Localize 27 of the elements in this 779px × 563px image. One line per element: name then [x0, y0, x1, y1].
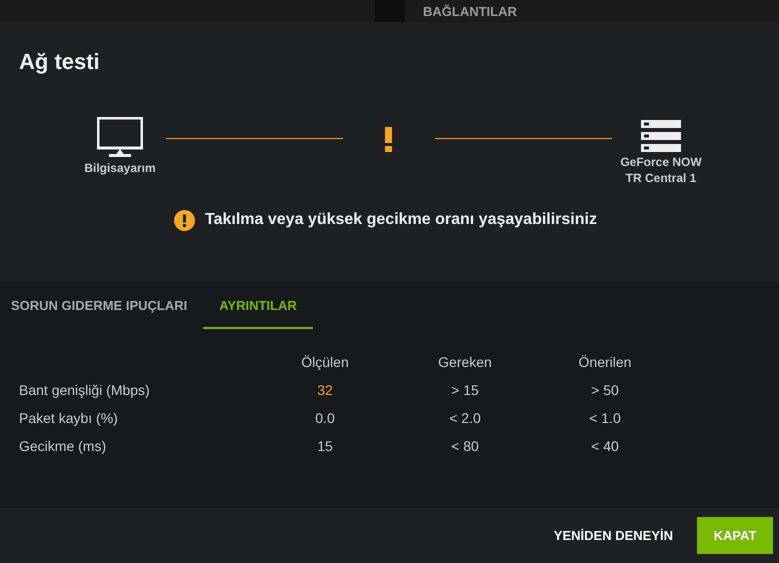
monitor-icon: [97, 117, 143, 157]
table-cell-text: > 15: [450, 381, 480, 400]
column-header: Gereken: [437, 353, 493, 372]
tab[interactable]: SORUN GIDERME IPUÇLARI: [11, 282, 188, 329]
row-label: Paket kaybı (%): [19, 409, 119, 428]
table-cell-text: 15: [316, 437, 334, 456]
table-cell-text: < 1.0: [588, 409, 622, 428]
tab[interactable]: AYRINTILAR: [203, 282, 313, 329]
warning-icon: [174, 210, 196, 230]
table-cell-text: < 80: [450, 437, 480, 456]
server-icon: [641, 120, 681, 154]
row-label: Gecikme (ms): [19, 437, 108, 456]
column-header: Önerilen: [578, 353, 632, 372]
server-label: GeForce NOW: [620, 154, 702, 170]
top-bar-title: BAĞLANTILAR: [423, 3, 517, 21]
retry-button[interactable]: YENİDEN DENEYİN: [554, 514, 673, 556]
server-label: TR Central 1: [626, 170, 696, 186]
table-cell-text: 32: [316, 381, 334, 400]
device-label: Bilgisayarım: [84, 160, 156, 177]
column-header: Ölçülen: [300, 353, 350, 372]
table-cell-text: 0.0: [314, 409, 336, 428]
table-cell-text: < 2.0: [448, 409, 482, 428]
row-label: Bant genişliği (Mbps): [19, 381, 151, 400]
warning-message: Takılma veya yüksek gecikme oranı yaşayabilirsiniz: [205, 210, 597, 230]
table-cell-text: > 50: [590, 381, 620, 400]
dialog-title: Ağ testi: [19, 49, 101, 75]
table-cell-text: < 40: [590, 437, 620, 456]
